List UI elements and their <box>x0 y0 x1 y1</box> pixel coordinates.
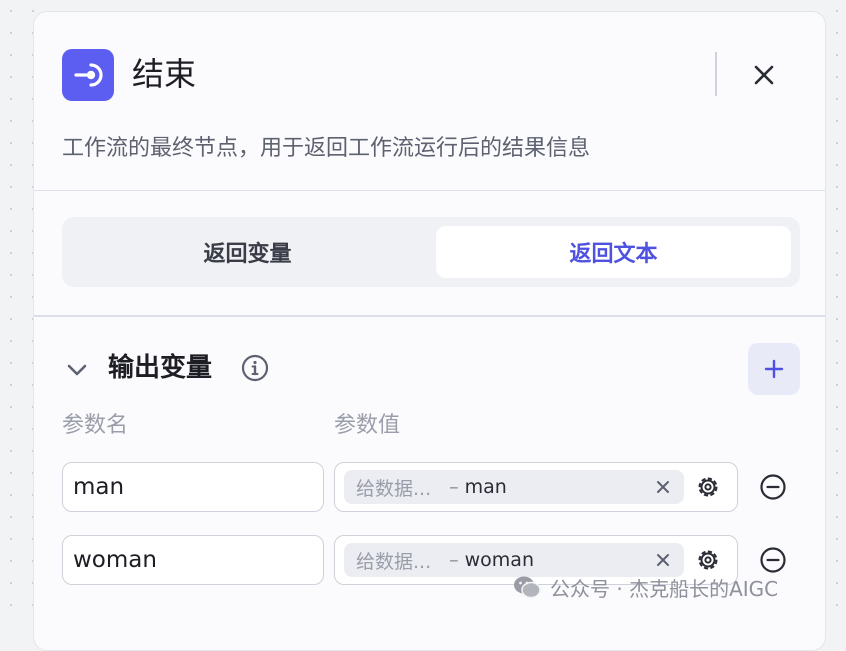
end-node-icon <box>62 49 114 101</box>
variable-name: woman <box>464 549 534 571</box>
clear-reference-button[interactable] <box>652 476 674 498</box>
variable-name: man <box>464 476 507 498</box>
remove-row-button[interactable] <box>758 545 788 575</box>
variable-separator: – <box>449 476 459 498</box>
variable-source: 给数据... <box>356 550 432 573</box>
info-icon[interactable] <box>241 354 269 382</box>
tab-return-text[interactable]: 返回文本 <box>436 226 791 278</box>
close-icon <box>657 554 669 566</box>
variable-reference-tag[interactable]: 给数据... – man <box>344 470 684 504</box>
panel-header: 结束 工作流的最终节点，用于返回工作流运行后的结果信息 <box>34 12 825 191</box>
column-header-value: 参数值 <box>334 413 401 438</box>
plus-icon <box>764 359 784 379</box>
remove-row-button[interactable] <box>758 472 788 502</box>
section-divider <box>34 315 825 317</box>
param-name-input[interactable]: man <box>62 462 324 512</box>
param-value-field[interactable]: 给数据... – man <box>334 462 738 512</box>
chevron-down-icon <box>67 364 87 376</box>
tab-return-variable[interactable]: 返回变量 <box>70 226 425 278</box>
section-title: 输出变量 <box>108 353 213 383</box>
header-divider <box>715 52 717 96</box>
node-description: 工作流的最终节点，用于返回工作流运行后的结果信息 <box>62 136 591 161</box>
canvas-dot-grid <box>0 0 34 622</box>
add-output-button[interactable] <box>748 343 800 395</box>
return-mode-switch: 返回变量 返回文本 <box>62 217 800 287</box>
wechat-icon <box>514 576 541 599</box>
variable-source: 给数据... <box>356 477 432 500</box>
close-button[interactable] <box>747 58 781 92</box>
param-name-input[interactable]: woman <box>62 535 324 585</box>
column-header-name: 参数名 <box>62 413 129 438</box>
node-title[interactable]: 结束 <box>132 52 196 96</box>
gear-icon[interactable] <box>695 474 721 500</box>
close-icon <box>657 481 669 493</box>
clear-reference-button[interactable] <box>652 549 674 571</box>
watermark: 公众号 · 杰克船长的AIGC <box>512 572 778 602</box>
close-icon <box>754 65 774 85</box>
watermark-text: 公众号 · 杰克船长的AIGC <box>550 576 779 601</box>
variable-separator: – <box>449 549 459 571</box>
gear-icon[interactable] <box>695 547 721 573</box>
end-node-panel: 结束 工作流的最终节点，用于返回工作流运行后的结果信息 返回变量 返回文本 输出… <box>33 11 826 651</box>
canvas-dot-grid <box>826 0 846 622</box>
collapse-toggle[interactable] <box>64 357 90 383</box>
